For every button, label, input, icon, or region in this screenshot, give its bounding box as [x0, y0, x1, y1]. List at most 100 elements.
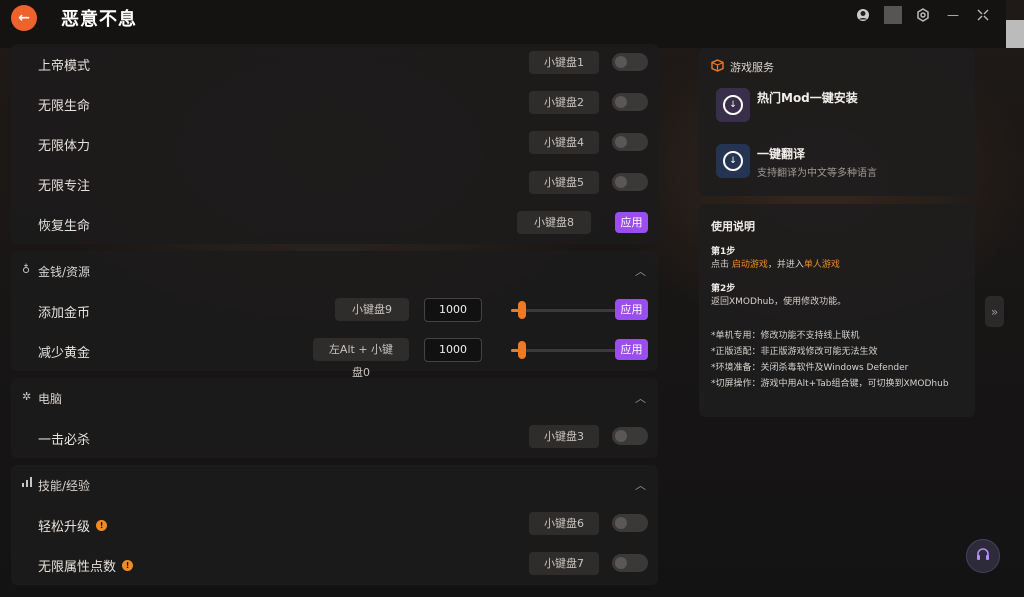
support-button[interactable] — [966, 539, 1000, 573]
step-1-middle: ，并进入 — [767, 260, 804, 270]
cheats-panel-general: 上帝模式 小键盘1 无限生命 小键盘2 无限体力 小键盘4 无限专注 小键盘5 … — [11, 44, 658, 244]
download-icon: ↓ — [716, 88, 750, 122]
service-subtitle: 支持翻译为中文等多种语言 — [757, 168, 877, 179]
section-title: 技能/经验 — [38, 479, 91, 493]
cheat-toggle[interactable] — [612, 427, 648, 445]
cheat-label: 减少黄金 — [38, 346, 91, 361]
cube-icon — [711, 59, 724, 75]
bug-icon: ✲ — [22, 390, 32, 403]
minimize-icon[interactable]: — — [944, 6, 962, 24]
service-title: 热门Mod一键安装 — [757, 91, 858, 105]
step-2-label: 第2步 — [711, 284, 736, 294]
double-chevron-right-icon: » — [990, 304, 999, 319]
cheat-label-text: 无限属性点数 — [38, 560, 117, 575]
hotkey-badge[interactable]: 左Alt + 小键盘0 — [313, 338, 409, 379]
section-header[interactable]: ♁ 金钱/资源 ︿ — [11, 251, 658, 291]
note-line: *单机专用：修改功能不支持线上联机 — [711, 331, 860, 341]
cheat-label: 轻松升级 ! — [38, 516, 108, 535]
note-line: *正版适配：非正版游戏修改可能无法生效 — [711, 347, 878, 357]
cheat-row: 无限体力 小键盘4 — [11, 124, 658, 164]
service-translate[interactable]: ↓ 一键翻译 支持翻译为中文等多种语言 — [716, 144, 965, 180]
step-1-prefix: 点击 — [711, 260, 732, 270]
cheat-label-text: 轻松升级 — [38, 520, 91, 535]
amount-slider-thumb[interactable] — [517, 341, 526, 359]
amount-slider-thumb[interactable] — [517, 301, 526, 319]
section-header[interactable]: ✲ 电脑 ︿ — [11, 378, 658, 418]
instructions-title: 使用说明 — [711, 220, 755, 233]
cheats-panel-skills: 技能/经验 ︿ 轻松升级 ! 小键盘6 无限属性点数 ! 小键盘7 — [11, 465, 658, 585]
cheat-label: 无限生命 — [38, 99, 91, 114]
shrink-icon[interactable] — [974, 6, 992, 24]
launch-game-link[interactable]: 启动游戏 — [732, 260, 768, 270]
scrollbar[interactable] — [1006, 20, 1024, 48]
money-bag-icon: ♁ — [22, 263, 31, 276]
hotkey-badge[interactable]: 小键盘9 — [335, 298, 409, 321]
back-button[interactable]: ← — [11, 5, 37, 31]
cheat-row: 无限专注 小键盘5 — [11, 164, 658, 204]
cheats-panel-money: ♁ 金钱/资源 ︿ 添加金币 小键盘9 1000 应用 减少黄金 左Alt + … — [11, 251, 658, 379]
chevron-up-icon[interactable]: ︿ — [635, 477, 646, 493]
cheat-label: 上帝模式 — [38, 59, 91, 74]
step-2-text: 返回XMODhub，使用修改功能。 — [711, 297, 847, 307]
cheat-toggle[interactable] — [612, 554, 648, 572]
title-bar: ← 恶意不息 — — [0, 0, 1006, 48]
info-icon[interactable]: ! — [96, 520, 108, 531]
game-title: 恶意不息 — [61, 9, 137, 30]
hotkey-badge[interactable]: 小键盘6 — [529, 512, 599, 535]
services-title: 游戏服务 — [730, 61, 774, 74]
amount-slider-track[interactable] — [511, 349, 617, 352]
cheat-label: 一击必杀 — [38, 433, 91, 448]
hotkey-badge[interactable]: 小键盘5 — [529, 171, 599, 194]
cheat-row: 减少黄金 左Alt + 小键盘0 1000 应用 — [11, 331, 658, 379]
hotkey-badge[interactable]: 小键盘2 — [529, 91, 599, 114]
step-1-text: 点击 启动游戏，并进入单人游戏 — [711, 257, 840, 270]
cheats-panel-computer: ✲ 电脑 ︿ 一击必杀 小键盘3 — [11, 378, 658, 458]
info-icon[interactable]: ! — [122, 560, 134, 571]
cheat-row: 上帝模式 小键盘1 — [11, 44, 658, 84]
cheat-label: 无限体力 — [38, 139, 91, 154]
cheat-toggle[interactable] — [612, 133, 648, 151]
cheat-row: 无限生命 小键盘2 — [11, 84, 658, 124]
chevron-up-icon[interactable]: ︿ — [635, 390, 646, 406]
apply-button[interactable]: 应用 — [615, 339, 648, 360]
settings-icon[interactable] — [914, 6, 932, 24]
headset-icon — [975, 546, 991, 566]
cheat-toggle[interactable] — [612, 514, 648, 532]
chevron-up-icon[interactable]: ︿ — [635, 263, 646, 279]
divider — [884, 6, 902, 24]
cheat-toggle[interactable] — [612, 53, 648, 71]
service-title: 一键翻译 — [757, 147, 806, 161]
cheat-label: 无限属性点数 ! — [38, 556, 134, 575]
hotkey-badge[interactable]: 小键盘8 — [517, 211, 591, 234]
cheat-row: 无限属性点数 ! 小键盘7 — [11, 545, 658, 585]
section-title: 电脑 — [38, 392, 63, 406]
hotkey-badge[interactable]: 小键盘7 — [529, 552, 599, 575]
cheat-label: 恢复生命 — [38, 219, 91, 234]
services-header: 游戏服务 — [711, 59, 774, 75]
amount-input[interactable]: 1000 — [424, 298, 482, 322]
game-services-panel: 游戏服务 ↓ 热门Mod一键安装 ↓ 一键翻译 支持翻译为中文等多种语言 — [699, 48, 975, 196]
user-icon[interactable] — [854, 6, 872, 24]
section-header[interactable]: 技能/经验 ︿ — [11, 465, 658, 505]
window-controls: — — [854, 6, 992, 24]
cheat-row: 轻松升级 ! 小键盘6 — [11, 505, 658, 545]
cheat-toggle[interactable] — [612, 173, 648, 191]
cheat-label: 无限专注 — [38, 179, 91, 194]
amount-input[interactable]: 1000 — [424, 338, 482, 362]
cheat-row: 恢复生命 小键盘8 应用 — [11, 204, 658, 244]
amount-slider-track[interactable] — [511, 309, 617, 312]
service-mod-install[interactable]: ↓ 热门Mod一键安装 — [716, 88, 965, 124]
single-player-link[interactable]: 单人游戏 — [804, 260, 840, 270]
cheat-toggle[interactable] — [612, 93, 648, 111]
note-line: *环境准备：关闭杀毒软件及Windows Defender — [711, 363, 909, 373]
hotkey-badge[interactable]: 小键盘1 — [529, 51, 599, 74]
hotkey-badge[interactable]: 小键盘4 — [529, 131, 599, 154]
apply-button[interactable]: 应用 — [615, 299, 648, 320]
expand-panel-button[interactable]: » — [985, 296, 1004, 327]
cheat-row: 一击必杀 小键盘3 — [11, 418, 658, 458]
apply-button[interactable]: 应用 — [615, 212, 648, 233]
translate-icon: ↓ — [716, 144, 750, 178]
cheat-label: 添加金币 — [38, 306, 91, 321]
hotkey-badge[interactable]: 小键盘3 — [529, 425, 599, 448]
arrow-left-icon: ← — [18, 10, 30, 26]
